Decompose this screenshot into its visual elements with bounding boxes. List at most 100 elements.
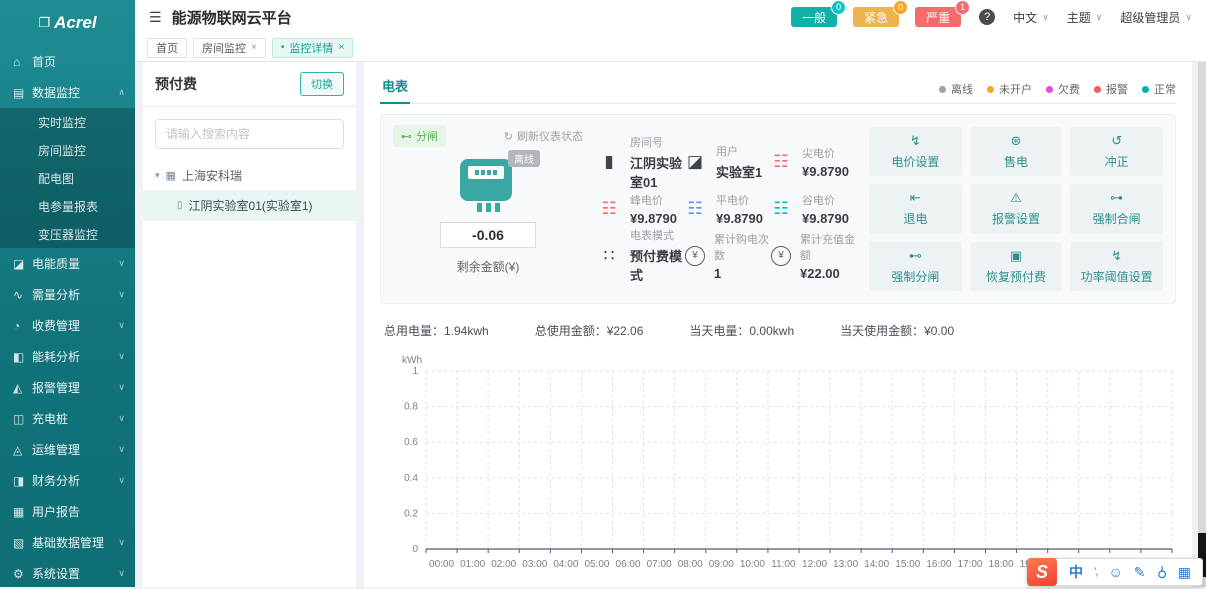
ime-emoji-icon[interactable]: ☺ xyxy=(1108,564,1122,580)
power-threshold-setting-button[interactable]: ↯功率阈值设置 xyxy=(1070,242,1163,291)
close-icon[interactable]: × xyxy=(338,42,344,53)
breadcrumb-tab[interactable]: 房间监控× xyxy=(193,38,266,58)
alarm-button-urgent[interactable]: 紧急0 xyxy=(853,7,899,27)
meter-node-icon: ▯ xyxy=(177,200,183,211)
brand-logo-text: Acrel xyxy=(54,13,97,33)
daily-usage-chart: 00.20.40.60.8100:0001:0002:0003:0004:000… xyxy=(380,353,1180,575)
stat-item: 当天使用金额：¥0.00 xyxy=(840,322,954,339)
tree-root-item[interactable]: ▾ ▦ 上海安科瑞 xyxy=(143,161,356,190)
breadcrumb-tab[interactable]: 首页 xyxy=(147,38,187,58)
panel-title: 预付费 xyxy=(155,74,197,94)
sidebar-item-label: 财务分析 xyxy=(32,472,118,489)
close-icon[interactable]: × xyxy=(251,42,257,53)
sidebar-subitem-label: 房间监控 xyxy=(38,142,125,159)
alarm-count-badge: 1 xyxy=(955,0,970,15)
active-dot-icon: • xyxy=(281,42,285,53)
fee-management-icon: ◔ xyxy=(13,319,32,333)
language-dropdown[interactable]: 中文 ∨ xyxy=(1013,9,1049,26)
theme-dropdown[interactable]: 主题 ∨ xyxy=(1067,9,1103,26)
ime-keyboard-icon[interactable]: ▦ xyxy=(1178,564,1191,581)
sidebar-item-user-report[interactable]: ▦用户报告 xyxy=(0,496,135,527)
sidebar-subitem-label: 实时监控 xyxy=(38,114,125,131)
collapse-menu-icon[interactable]: ☰ xyxy=(149,9,162,26)
sidebar-item-ops-management[interactable]: ◬运维管理∨ xyxy=(0,434,135,465)
sidebar-subitem-realtime-monitoring[interactable]: 实时监控 xyxy=(0,108,135,136)
user-dropdown[interactable]: 超级管理员 ∨ xyxy=(1120,9,1192,26)
switch-open-tag[interactable]: ⊷ 分闸 xyxy=(393,125,446,147)
tab-meter[interactable]: 电表 xyxy=(380,74,410,104)
alarm-setting-icon: ⚠ xyxy=(1010,190,1022,206)
sell-power-button[interactable]: ⊛售电 xyxy=(970,127,1063,176)
sidebar-subitem-room-monitoring[interactable]: 房间监控 xyxy=(0,136,135,164)
sidebar-item-data-monitoring[interactable]: ▤数据监控∧ xyxy=(0,77,135,108)
sidebar-item-power-quality[interactable]: ◪电能质量∨ xyxy=(0,248,135,279)
stat-item: 当天电量：0.00kwh xyxy=(689,322,794,339)
sidebar-item-basic-data-management[interactable]: ▧基础数据管理∨ xyxy=(0,527,135,558)
sidebar-item-label: 能耗分析 xyxy=(32,348,118,365)
svg-text:11:00: 11:00 xyxy=(771,559,796,570)
sidebar-item-system-settings[interactable]: ⚙系统设置∨ xyxy=(0,558,135,589)
sidebar-item-demand-analysis[interactable]: ∿需量分析∨ xyxy=(0,279,135,310)
svg-text:0.8: 0.8 xyxy=(404,402,418,413)
info-value: 1 xyxy=(714,266,769,281)
action-label: 恢复预付费 xyxy=(986,268,1046,285)
energy-analysis-icon: ◧ xyxy=(13,350,32,364)
action-label: 售电 xyxy=(1004,153,1028,170)
tree-node-label: 江阴实验室01(实验室1) xyxy=(189,197,313,214)
svg-text:14:00: 14:00 xyxy=(864,559,889,570)
ime-lang-icon[interactable]: 中 xyxy=(1069,562,1083,582)
app-header: ☰ 能源物联网云平台 一般0紧急0严重1 ? 中文 ∨ 主题 ∨ 超级管理员 ∨ xyxy=(135,0,1206,34)
info-item: ∷电表模式预付费模式 xyxy=(597,227,683,285)
sidebar-item-alarm-management[interactable]: ◭报警管理∨ xyxy=(0,372,135,403)
cart-icon: ¥ xyxy=(685,246,705,266)
sidebar-item-label: 报警管理 xyxy=(32,379,118,396)
svg-text:1: 1 xyxy=(412,366,418,377)
sidebar-subitem-electric-param-report[interactable]: 电参量报表 xyxy=(0,192,135,220)
reversal-button[interactable]: ↺冲正 xyxy=(1070,127,1163,176)
info-label: 累计购电次数 xyxy=(714,231,769,263)
meter-detail-panel: 电表 离线未开户欠费报警正常 ⊷ 分闸 ↻ 刷新仪表状态 xyxy=(364,62,1192,587)
ime-pen-icon[interactable]: ✎ xyxy=(1134,564,1146,581)
caret-down-icon: ▾ xyxy=(155,170,160,181)
info-value: ¥22.00 xyxy=(800,266,855,281)
svg-text:0.4: 0.4 xyxy=(404,473,418,484)
info-item: ¥ 累计购电次数 1 xyxy=(683,227,769,285)
force-close-switch-button[interactable]: ⊶强制合闸 xyxy=(1070,184,1163,233)
price-setting-button[interactable]: ↯电价设置 xyxy=(869,127,962,176)
ops-management-icon: ◬ xyxy=(13,443,32,457)
chevron-down-icon: ∨ xyxy=(118,413,125,424)
system-settings-icon: ⚙ xyxy=(13,567,32,581)
sidebar-subitem-transformer-monitoring[interactable]: 变压器监控 xyxy=(0,220,135,248)
alarm-button-general[interactable]: 一般0 xyxy=(791,7,837,27)
tree-root-label: 上海安科瑞 xyxy=(182,167,242,184)
refresh-meter-status[interactable]: ↻ 刷新仪表状态 xyxy=(504,128,583,144)
alarm-button-critical[interactable]: 严重1 xyxy=(915,7,961,27)
scrollbar-track[interactable] xyxy=(1198,62,1206,587)
ime-punctuation-icon[interactable]: ’, xyxy=(1094,566,1098,578)
sidebar-subitem-distribution-diagram[interactable]: 配电图 xyxy=(0,164,135,192)
help-icon[interactable]: ? xyxy=(979,9,995,25)
restore-prepaid-button[interactable]: ▣恢复预付费 xyxy=(970,242,1063,291)
sidebar-item-charging-pile[interactable]: ◫充电桩∨ xyxy=(0,403,135,434)
tree-node-item[interactable]: ▯ 江阴实验室01(实验室1) xyxy=(143,190,356,221)
breadcrumb-tab[interactable]: •监控详情× xyxy=(272,38,353,58)
sidebar-item-energy-analysis[interactable]: ◧能耗分析∨ xyxy=(0,341,135,372)
search-input[interactable] xyxy=(155,119,344,149)
alarm-setting-button[interactable]: ⚠报警设置 xyxy=(970,184,1063,233)
chevron-down-icon: ∨ xyxy=(118,444,125,455)
switch-button[interactable]: 切换 xyxy=(300,72,344,96)
sidebar-item-fee-management[interactable]: ◔收费管理∨ xyxy=(0,310,135,341)
sidebar-item-financial-analysis[interactable]: ◨财务分析∨ xyxy=(0,465,135,496)
sogou-logo-icon[interactable]: S xyxy=(1027,558,1057,586)
svg-text:16:00: 16:00 xyxy=(926,559,951,570)
force-open-switch-button[interactable]: ⊷强制分闸 xyxy=(869,242,962,291)
sidebar-item-home[interactable]: ⌂首页 xyxy=(0,46,135,77)
refund-power-button[interactable]: ⇤退电 xyxy=(869,184,962,233)
ime-mic-icon[interactable]: ⚲ xyxy=(1157,564,1167,581)
action-label: 冲正 xyxy=(1105,153,1129,170)
info-text: 平电价¥9.8790 xyxy=(716,192,763,226)
meter-tabrow: 电表 离线未开户欠费报警正常 xyxy=(380,74,1176,104)
ime-toolbar: S 中 ’, ☺ ✎ ⚲ ▦ xyxy=(1027,558,1203,586)
sidebar-item-label: 基础数据管理 xyxy=(32,534,118,551)
info-text: 谷电价¥9.8790 xyxy=(802,192,849,226)
